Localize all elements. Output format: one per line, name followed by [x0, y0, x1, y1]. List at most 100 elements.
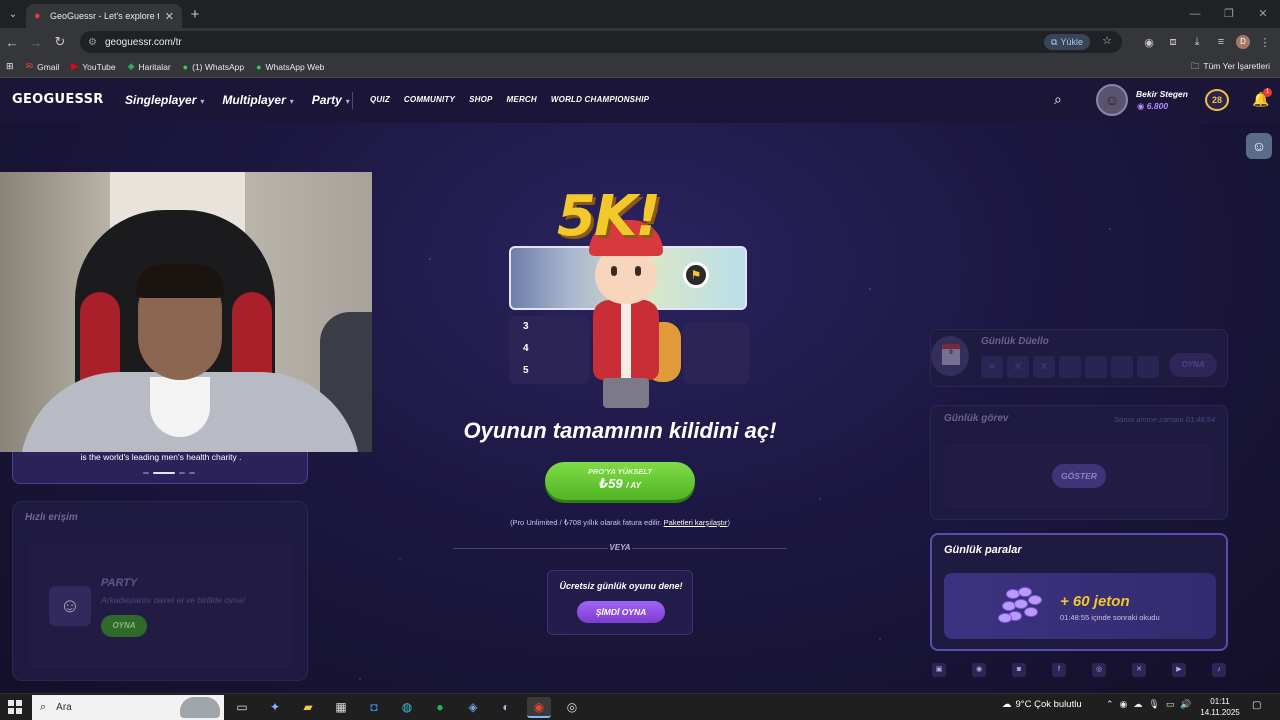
facebook-icon[interactable]: f — [1052, 663, 1066, 677]
chevron-down-icon: ▾ — [289, 97, 294, 106]
carousel-dot[interactable] — [189, 472, 195, 474]
spotify-icon[interactable]: ● — [428, 697, 452, 718]
minimize-button[interactable]: — — [1178, 0, 1212, 28]
nav-quiz[interactable]: QUIZ — [370, 95, 390, 104]
tiktok-icon[interactable]: ♪ — [1212, 663, 1226, 677]
browser-tab-geoguessr[interactable]: ● GeoGuessr - Let's explore the w ✕ — [26, 4, 182, 28]
back-button[interactable]: ← — [0, 35, 24, 50]
show-task-button[interactable]: GÖSTER — [1052, 464, 1106, 488]
instagram-icon[interactable]: ◎ — [1092, 663, 1106, 677]
compare-plans-link[interactable]: Paketleri karşılaştır — [664, 518, 728, 527]
duel-slot-lost-icon: ✕ — [1033, 356, 1055, 378]
tab-title: GeoGuessr - Let's explore the w — [50, 11, 159, 21]
news-carousel[interactable]: is the world's leading men's health char… — [12, 452, 308, 484]
obs-icon[interactable]: ◎ — [560, 697, 584, 718]
store-icon[interactable]: ▦ — [329, 697, 353, 718]
play-now-button[interactable]: ŞİMDİ OYNA — [577, 601, 665, 623]
windows-taskbar: ⌕ Ara ▭ ✦ ▰ ▦ ◘ ◍ ● ◈ ◐ ◉ ◎ ☁ 9°C Çok bul… — [0, 693, 1280, 720]
notification-count-badge: 1 — [1263, 88, 1272, 97]
nav-shop[interactable]: SHOP — [469, 95, 492, 104]
weather-widget[interactable]: ☁ 9°C Çok bulutlu — [1002, 699, 1082, 710]
task-view-icon[interactable]: ▭ — [230, 697, 254, 718]
carousel-dot[interactable] — [179, 472, 185, 474]
install-app-button[interactable]: ⧉ Yükle — [1044, 34, 1090, 50]
or-divider-line — [453, 548, 608, 549]
notification-center-icon[interactable]: ▢ — [1252, 700, 1261, 711]
edge-icon[interactable]: ◍ — [395, 697, 419, 718]
bookmark-label: WhatsApp Web — [265, 61, 325, 72]
bookmark-whatsapp[interactable]: ● (1) WhatsApp — [183, 62, 244, 72]
geoguessr-logo[interactable]: GEOGUESSR — [12, 92, 104, 107]
volume-icon[interactable]: 🔊 — [1180, 699, 1191, 710]
bookmark-maps[interactable]: ◆ Haritalar — [128, 61, 171, 72]
browser-menu-icon[interactable]: ⋮ — [1256, 36, 1274, 49]
friends-avatar-icon[interactable]: ☺ — [1246, 133, 1272, 159]
system-clock[interactable]: 01:11 14.11.2025 — [1200, 696, 1240, 718]
close-window-button[interactable]: ✕ — [1246, 0, 1280, 28]
whatsapp-web-icon: ● — [256, 61, 262, 72]
new-tab-button[interactable]: + — [182, 6, 208, 23]
duel-play-button[interactable]: OYNA — [1169, 353, 1217, 377]
free-daily-card: Ücretsiz günlük oyunu dene! ŞİMDİ OYNA — [547, 570, 693, 635]
windows-start-icon[interactable] — [8, 700, 22, 714]
bookmark-gmail[interactable]: ✉ Gmail — [26, 61, 60, 72]
tray-chevron-up-icon[interactable]: ⌃ — [1106, 699, 1114, 710]
restore-button[interactable]: ❐ — [1212, 0, 1246, 28]
profile-avatar[interactable]: D — [1236, 35, 1250, 49]
search-icon[interactable]: ⌕ — [1054, 91, 1062, 108]
carousel-dot[interactable] — [143, 472, 149, 474]
party-play-button[interactable]: OYNA — [101, 615, 147, 637]
nav-label: Singleplayer — [125, 93, 197, 107]
apps-grid-icon[interactable]: ⊞ — [6, 61, 14, 72]
outlook-icon[interactable]: ◘ — [362, 697, 386, 718]
nav-multiplayer[interactable]: Multiplayer ▾ — [222, 93, 293, 107]
reload-button[interactable]: ↻ — [48, 34, 72, 50]
nav-merch[interactable]: MERCH — [507, 95, 537, 104]
party-card[interactable]: ☺ PARTY Arkadaşlarını davet et ve birlik… — [29, 542, 293, 668]
copilot-icon[interactable]: ✦ — [263, 697, 287, 718]
file-explorer-icon[interactable]: ▰ — [296, 697, 320, 718]
nav-community[interactable]: COMMUNITY — [404, 95, 455, 104]
steam-icon[interactable]: ◐ — [494, 697, 518, 718]
nav-party[interactable]: Party ▾ — [312, 93, 350, 107]
coin-amount: 6.800 — [1146, 101, 1169, 111]
extensions-puzzle-icon[interactable]: ⧈ — [1164, 36, 1182, 49]
bookmark-whatsapp-web[interactable]: ● WhatsApp Web — [256, 62, 324, 72]
chrome-icon[interactable]: ◉ — [527, 697, 551, 718]
upgrade-pro-button[interactable]: PRO'YA YÜKSELT ₺59 / AY — [545, 462, 695, 500]
address-bar[interactable]: ⚙ geoguessr.com/tr ⧉ Yükle ☆ — [80, 31, 1122, 53]
main-nav: Singleplayer ▾ Multiplayer ▾ Party ▾ — [125, 93, 350, 107]
window-controls: — ❐ ✕ — [1178, 0, 1280, 28]
extension-icon[interactable]: ◉ — [1140, 36, 1158, 49]
nav-singleplayer[interactable]: Singleplayer ▾ — [125, 93, 204, 107]
youtube-icon[interactable]: ▶ — [1172, 663, 1186, 677]
level-badge[interactable]: 28 — [1205, 89, 1229, 111]
user-avatar[interactable]: ☺ — [1096, 84, 1128, 116]
nav-world-championship[interactable]: WORLD CHAMPIONSHIP — [551, 95, 649, 104]
folder-icon: 🗀 — [1190, 61, 1200, 71]
daily-coins-card[interactable]: + 60 jeton 01:48:55 içinde sonraki okudu — [944, 573, 1216, 639]
site-info-icon[interactable]: ⚙ — [88, 37, 97, 48]
close-tab-icon[interactable]: ✕ — [165, 10, 174, 23]
app-icon[interactable]: ◈ — [461, 697, 485, 718]
bookmark-youtube[interactable]: ▶ YouTube — [71, 61, 115, 72]
all-bookmarks-button[interactable]: 🗀 Tüm Yer İşaretleri — [1191, 61, 1270, 75]
tab-search-button[interactable]: ⌄ — [0, 0, 26, 28]
x-twitter-icon[interactable]: ✕ — [1132, 663, 1146, 677]
reddit-icon[interactable]: ◉ — [972, 663, 986, 677]
bookmark-star-icon[interactable]: ☆ — [1102, 34, 1112, 47]
discord-icon[interactable]: ◙ — [1012, 663, 1026, 677]
url-text: geoguessr.com/tr — [104, 36, 182, 48]
twitch-icon[interactable]: ▣ — [932, 663, 946, 677]
user-name[interactable]: Bekir Stegen — [1136, 89, 1188, 99]
network-icon[interactable]: ▭ — [1166, 699, 1175, 710]
carousel-dot-active[interactable] — [153, 472, 175, 474]
taskbar-search[interactable]: ⌕ Ara — [32, 695, 224, 720]
download-icon[interactable]: ⤓ — [1188, 36, 1206, 49]
microphone-icon[interactable]: 🎙 — [1148, 699, 1159, 710]
media-control-icon[interactable]: ≡ — [1212, 36, 1230, 48]
chevron-down-icon: ▾ — [200, 97, 205, 106]
onedrive-icon[interactable]: ☁ — [1133, 699, 1142, 710]
tray-app-icon[interactable]: ◉ — [1120, 699, 1128, 710]
forward-button[interactable]: → — [24, 35, 48, 50]
